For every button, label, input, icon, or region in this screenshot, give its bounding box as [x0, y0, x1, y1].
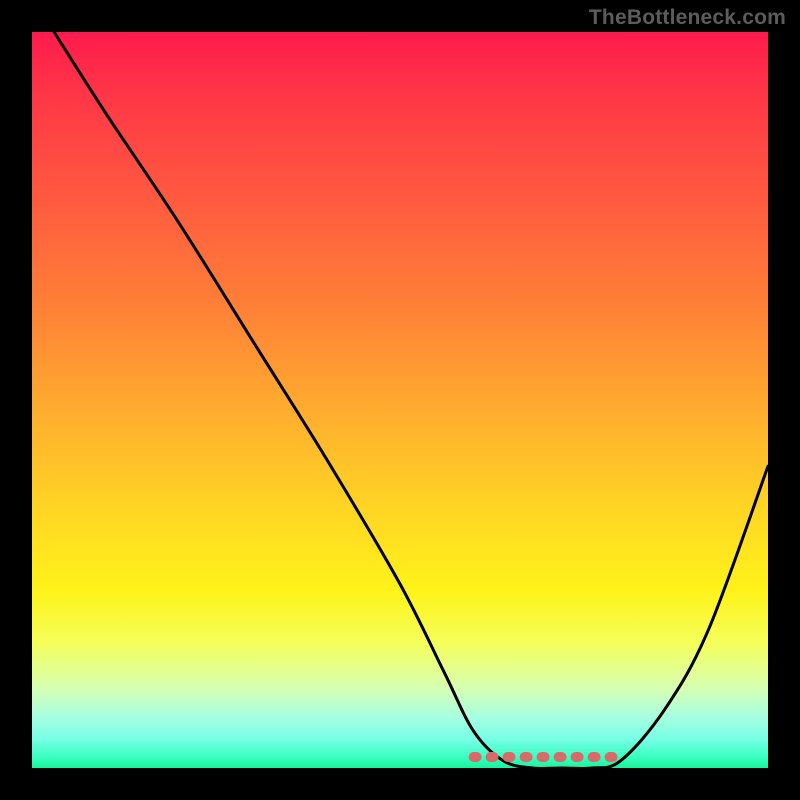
plot-area: [32, 32, 768, 768]
chart-svg: [32, 32, 768, 768]
chart-frame: TheBottleneck.com: [0, 0, 800, 800]
attribution-watermark: TheBottleneck.com: [589, 6, 786, 30]
bottleneck-curve-group: [54, 32, 768, 768]
bottleneck-curve-path: [54, 32, 768, 768]
